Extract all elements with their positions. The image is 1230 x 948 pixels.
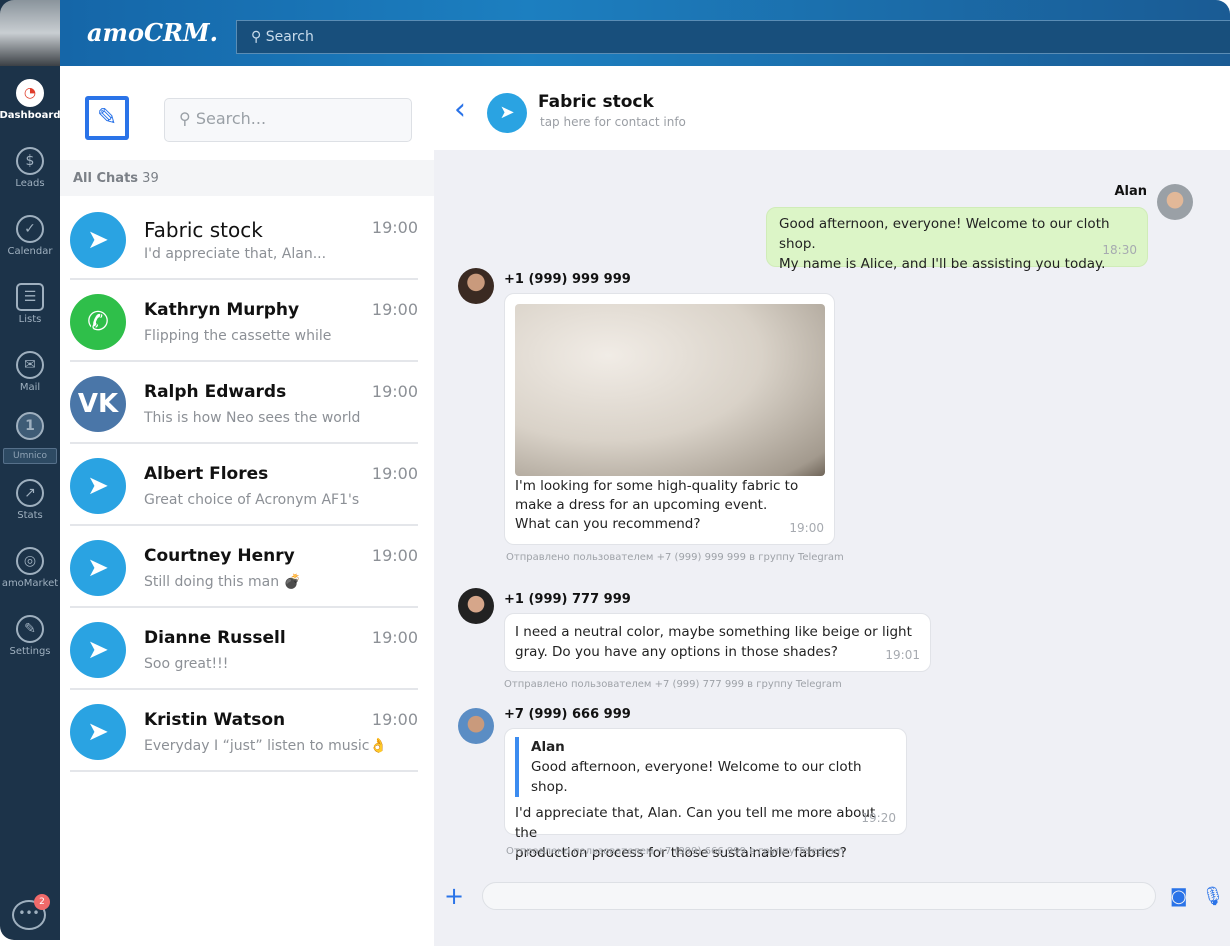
quoted-message[interactable]: Alan Good afternoon, everyone! Welcome to…: [515, 737, 896, 797]
chat-time: 19:00: [371, 464, 418, 483]
telegram-icon: ➤: [70, 540, 126, 596]
message-bubble-own: Good afternoon, everyone! Welcome to our…: [766, 207, 1148, 272]
message-bubble: I need a neutral color, maybe something …: [504, 613, 931, 672]
nav-dashboard[interactable]: ◔ Dashboard: [0, 66, 61, 134]
unread-badge: 2: [34, 894, 50, 910]
chat-preview: Great choice of Acronym AF1's: [144, 492, 360, 508]
message-input[interactable]: [482, 882, 1156, 910]
chat-subtitle: tap here for contact info: [540, 115, 686, 129]
telegram-icon: ➤: [70, 704, 126, 760]
sent-note: Отправлено пользователем +7 (999) 777 99…: [504, 679, 842, 690]
chat-preview: I'd appreciate that, Alan...: [144, 246, 327, 262]
chat-time: 19:00: [371, 546, 418, 565]
avatar: [458, 588, 494, 624]
chat-time: 19:00: [371, 710, 418, 729]
sent-note: Отправлено пользователем +7 (999) 666 99…: [506, 846, 844, 857]
chat-name: Dianne Russell: [144, 628, 286, 648]
search-icon: ⚲: [179, 109, 196, 128]
message-sender: +1 (999) 777 999: [504, 592, 631, 607]
chat-list-item[interactable]: ➤ Kristin Watson Everyday I “just” liste…: [70, 690, 418, 772]
umnico-count-icon: 1: [16, 412, 44, 440]
plus-icon[interactable]: +: [444, 882, 468, 910]
chat-list-item[interactable]: ➤ Fabric stock I'd appreciate that, Alan…: [70, 198, 418, 280]
global-search-input[interactable]: ⚲ Search: [236, 20, 1230, 54]
message-bubble-reply: Alan Good afternoon, everyone! Welcome to…: [504, 728, 907, 861]
fabric-image[interactable]: [515, 304, 825, 476]
chat-preview: Everyday I “just” listen to music👌: [144, 738, 387, 754]
avatar: [458, 268, 494, 304]
umnico-label[interactable]: Umnico: [3, 448, 57, 464]
dollar-icon: $: [16, 147, 44, 175]
nav-settings[interactable]: ✎ Settings: [0, 602, 60, 670]
search-icon: ⚲: [251, 29, 266, 45]
user-photo[interactable]: [0, 0, 60, 66]
camera-icon[interactable]: ◙: [1170, 886, 1187, 907]
chat-time: 19:00: [371, 382, 418, 401]
message-bubble: I'm looking for some high-quality fabric…: [504, 293, 835, 545]
chat-title: Fabric stock: [538, 92, 654, 112]
market-icon: ◎: [16, 547, 44, 575]
sidebar: ◔ Dashboard $ Leads ✓ Calendar ☰ Lists ✉ Mail…: [0, 0, 61, 940]
chat-panel: ‹ ➤ Fabric stock tap here for contact in…: [434, 66, 1230, 946]
message-sender: Alan: [1114, 184, 1147, 199]
top-bar: amoCRM. ⚲ Search: [60, 0, 1230, 66]
chat-search-input[interactable]: ⚲ Search...: [164, 98, 412, 142]
microphone-icon[interactable]: 🎙: [1201, 886, 1224, 907]
nav-amomarket[interactable]: ◎ amoMarket: [0, 534, 60, 602]
chat-name: Fabric stock: [144, 218, 263, 242]
composer: + ◙ 🎙: [434, 872, 1230, 920]
vk-icon: VK: [70, 376, 126, 432]
wrench-icon: ✎: [16, 615, 44, 643]
chat-header[interactable]: ‹ ➤ Fabric stock tap here for contact in…: [434, 66, 1230, 150]
chat-name: Albert Flores: [144, 464, 269, 484]
check-icon: ✓: [16, 215, 44, 243]
chat-time: 19:00: [371, 300, 418, 319]
stats-icon: ↗: [16, 479, 44, 507]
avatar: [1157, 184, 1193, 220]
nav-mail[interactable]: ✉ Mail: [0, 338, 60, 406]
mail-icon: ✉: [16, 351, 44, 379]
chat-preview: Flipping the cassette while: [144, 328, 332, 344]
chat-time: 19:00: [371, 218, 418, 237]
whatsapp-icon: ✆: [70, 294, 126, 350]
list-icon: ☰: [16, 283, 44, 311]
chat-list-item[interactable]: ➤ Courtney Henry Still doing this man 💣 …: [70, 526, 418, 608]
compose-icon[interactable]: ✎: [85, 96, 129, 140]
avatar: [458, 708, 494, 744]
telegram-icon: ➤: [70, 458, 126, 514]
nav-calendar[interactable]: ✓ Calendar: [0, 202, 60, 270]
chat-list-item[interactable]: ➤ Albert Flores Great choice of Acronym …: [70, 444, 418, 526]
logo: amoCRM.: [87, 18, 218, 47]
nav-umnico[interactable]: 1: [0, 406, 60, 446]
all-chats-header[interactable]: All Chats 39: [60, 160, 434, 196]
message-sender: +1 (999) 999 999: [504, 272, 631, 287]
chat-list-item[interactable]: VK Ralph Edwards This is how Neo sees th…: [70, 362, 418, 444]
chat-name: Ralph Edwards: [144, 382, 287, 402]
chat-preview: Soo great!!!: [144, 656, 229, 672]
chat-preview: This is how Neo sees the world: [144, 410, 361, 426]
dashboard-icon: ◔: [16, 79, 44, 107]
chat-name: Kathryn Murphy: [144, 300, 300, 320]
sent-note: Отправлено пользователем +7 (999) 999 99…: [506, 552, 844, 563]
nav-stats[interactable]: ↗ Stats: [0, 466, 60, 534]
chat-time: 19:00: [371, 628, 418, 647]
message-sender: +7 (999) 666 999: [504, 707, 631, 722]
chat-list: ✎ ⚲ Search... All Chats 39 ➤ Fabric stoc…: [60, 66, 434, 946]
chat-list-item[interactable]: ✆ Kathryn Murphy Flipping the cassette w…: [70, 280, 418, 362]
chat-name: Courtney Henry: [144, 546, 295, 566]
back-chevron-icon[interactable]: ‹: [454, 92, 466, 127]
chat-preview: Still doing this man 💣: [144, 574, 302, 590]
chat-list-item[interactable]: ➤ Dianne Russell Soo great!!! 19:00: [70, 608, 418, 690]
nav-leads[interactable]: $ Leads: [0, 134, 60, 202]
telegram-icon: ➤: [70, 622, 126, 678]
telegram-icon: ➤: [70, 212, 126, 268]
chat-name: Kristin Watson: [144, 710, 286, 730]
nav-lists[interactable]: ☰ Lists: [0, 270, 60, 338]
telegram-icon: ➤: [487, 93, 527, 133]
chat-bubble-icon[interactable]: ••• 2: [12, 894, 50, 930]
